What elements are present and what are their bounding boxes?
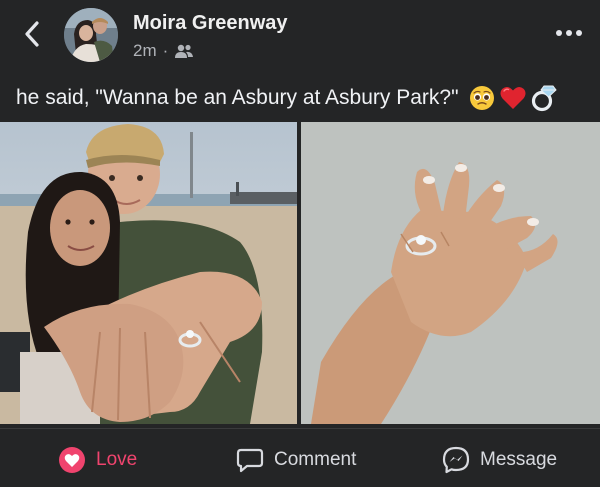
message-label: Message <box>480 449 558 470</box>
back-button[interactable] <box>18 18 46 50</box>
ring-hand-photo[interactable] <box>301 122 600 424</box>
post-meta: 2m · <box>133 41 194 61</box>
post-header: Moira Greenway 2m · <box>0 0 600 72</box>
ring-icon <box>531 85 557 112</box>
ellipsis-icon <box>556 30 582 36</box>
friends-icon[interactable] <box>174 43 194 59</box>
caption-text: he said, "Wanna be an Asbury at Asbury P… <box>16 86 459 109</box>
action-bar: Love Comment Message <box>0 440 600 484</box>
comment-label: Comment <box>274 449 357 470</box>
avatar[interactable] <box>64 8 118 62</box>
couple-proposal-photo[interactable] <box>0 122 297 424</box>
pleading-face-icon <box>469 86 494 110</box>
action-bar-divider <box>0 428 600 429</box>
more-options-button[interactable] <box>554 26 584 38</box>
love-reaction-icon <box>59 447 85 473</box>
comment-button[interactable]: Comment <box>236 446 356 474</box>
love-label: Love <box>96 449 138 470</box>
red-heart-icon <box>500 87 526 109</box>
messenger-icon <box>442 446 470 474</box>
chevron-left-icon <box>25 21 39 47</box>
message-button[interactable]: Message <box>442 446 557 474</box>
love-button[interactable]: Love <box>58 446 137 474</box>
post-caption: he said, "Wanna be an Asbury at Asbury P… <box>16 84 592 112</box>
post-timestamp[interactable]: 2m <box>133 41 157 61</box>
meta-separator: · <box>162 41 169 60</box>
author-name[interactable]: Moira Greenway <box>133 12 288 35</box>
comment-icon <box>236 448 264 473</box>
caption-emojis <box>469 84 557 112</box>
